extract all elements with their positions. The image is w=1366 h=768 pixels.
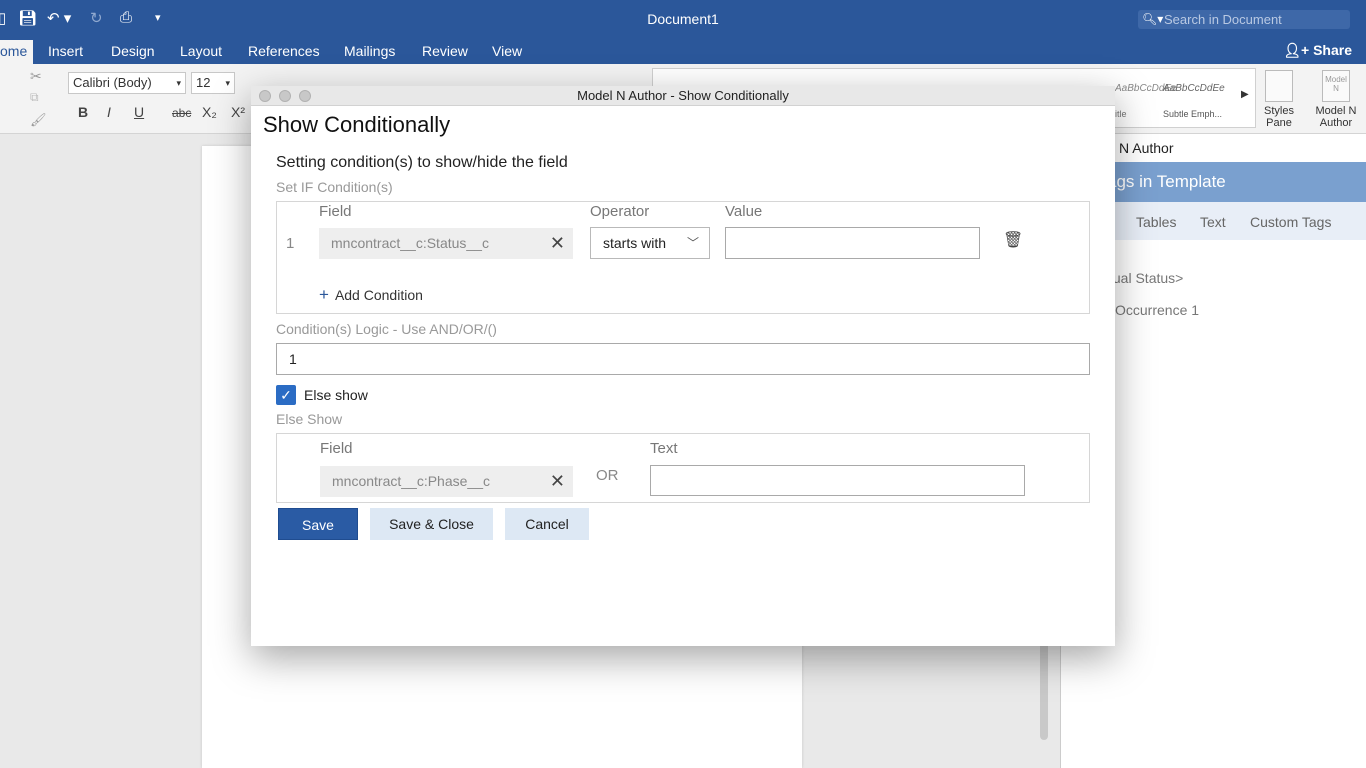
word-title-bar: ▯ 💾︎ ↶ ▾ ↻ ⎙ ▾ Document1 🔍︎▾ Search in D… [0,0,1366,38]
if-conditions-panel: Field Operator Value 1 mncontract__c:Sta… [276,201,1090,314]
operator-select[interactable]: starts with ﹀ [590,227,710,259]
tab-layout[interactable]: Layout [180,43,222,59]
style-name-subtle: Subtle Emph... [1163,109,1223,119]
share-button[interactable]: 👤︎+ Share [1283,42,1352,59]
font-name-select[interactable]: Calibri (Body) ▾ [68,72,186,94]
zoom-window-button[interactable] [299,90,311,102]
tab-references[interactable]: References [248,43,320,59]
else-field-column-label: Field [320,440,353,457]
operator-column-label: Operator [590,203,650,220]
tab-review[interactable]: Review [422,43,468,59]
cancel-button[interactable]: Cancel [505,508,589,540]
pane-title: N Author [1119,140,1174,156]
tab-mailings[interactable]: Mailings [344,43,395,59]
pane-item-status[interactable]: tual Status> [1109,270,1183,286]
style-name-title: itle [1115,109,1127,119]
else-text-input[interactable] [650,465,1025,496]
search-placeholder: Search in Document [1164,12,1282,27]
search-icon: 🔍︎▾ [1142,12,1164,26]
else-text-column-label: Text [650,440,678,457]
model-n-author-label: Model N Author [1315,105,1357,129]
else-show-checkbox[interactable]: ✓ [276,385,296,405]
document-scrollbar[interactable] [1040,640,1048,740]
tab-design[interactable]: Design [111,43,155,59]
tab-custom-tags[interactable]: Custom Tags [1250,214,1331,230]
pane-item-occurrence[interactable]: Occurrence 1 [1115,302,1199,318]
else-field-value: mncontract__c:Phase__c [332,473,490,489]
else-field-input[interactable]: mncontract__c:Phase__c ✕ [320,466,573,497]
tab-home[interactable]: ome [0,40,34,64]
tab-view[interactable]: View [492,43,522,59]
font-size-select[interactable]: 12 ▾ [191,72,235,94]
styles-pane-label: Styles Pane [1264,105,1294,129]
strikethrough-button[interactable]: abc [172,106,191,120]
gallery-scroll-icon[interactable]: ▶ [1241,89,1249,100]
italic-button[interactable]: I [107,104,111,120]
chevron-down-icon: ﹀ [686,236,699,250]
clear-else-field-icon[interactable]: ✕ [550,466,565,497]
model-n-logo-text: Model N [1325,75,1347,93]
add-person-icon: 👤︎+ [1283,42,1314,58]
dialog-heading: Show Conditionally [263,112,451,137]
save-button[interactable]: Save [278,508,358,540]
cut-icon[interactable]: ✂ [30,68,42,85]
condition-field-input[interactable]: mncontract__c:Status__c ✕ [319,228,573,259]
condition-value-input[interactable] [725,227,980,259]
styles-pane-button[interactable]: Styles Pane [1262,70,1296,129]
tab-text[interactable]: Text [1200,214,1226,230]
font-size-value: 12 [196,75,211,90]
bold-button[interactable]: B [78,104,88,120]
dialog-subheading: Setting condition(s) to show/hide the fi… [276,154,568,171]
checkmark-icon: ✓ [280,387,292,403]
model-n-author-button[interactable]: Model N Model N Author [1312,70,1360,129]
else-show-section-label: Else Show [276,411,343,427]
condition-field-value: mncontract__c:Status__c [331,235,489,251]
ribbon-tabs: ome Insert Design Layout References Mail… [0,38,1366,64]
plus-icon: + [319,285,329,304]
chevron-down-icon: ▾ [176,78,181,88]
condition-row-number: 1 [286,235,295,252]
else-show-panel: Field Text mncontract__c:Phase__c ✕ OR [276,433,1090,503]
model-n-logo-icon: Model N [1322,70,1350,102]
dialog-titlebar: Model N Author - Show Conditionally [251,86,1115,106]
styles-pane-icon [1265,70,1293,102]
chevron-down-icon: ▾ [225,78,230,88]
if-conditions-label: Set IF Condition(s) [276,179,393,195]
share-label: Share [1313,42,1352,58]
show-conditionally-dialog: Model N Author - Show Conditionally Show… [251,86,1115,646]
logic-label: Condition(s) Logic - Use AND/OR/() [276,321,497,337]
font-name-value: Calibri (Body) [73,75,152,90]
close-window-button[interactable] [259,90,271,102]
save-close-button[interactable]: Save & Close [370,508,493,540]
format-painter-icon[interactable]: 🖌︎ [30,112,47,128]
superscript-button[interactable]: X² [231,104,245,120]
delete-condition-icon[interactable]: 🗑︎ [1003,230,1023,250]
value-column-label: Value [725,203,763,220]
add-condition-label: Add Condition [334,287,423,303]
underline-button[interactable]: U [134,104,144,120]
tab-tables[interactable]: Tables [1136,214,1176,230]
clear-field-icon[interactable]: ✕ [550,228,565,259]
logic-input[interactable]: 1 [276,343,1090,375]
style-sample-subtle: AaBbCcDdEe [1163,83,1225,94]
tab-insert[interactable]: Insert [48,43,83,59]
search-input[interactable]: 🔍︎▾ Search in Document [1138,10,1350,29]
field-column-label: Field [319,203,352,220]
operator-value: starts with [603,235,667,251]
subscript-button[interactable]: X₂ [202,104,217,120]
or-label: OR [596,467,619,484]
else-show-checkbox-label: Else show [304,387,368,403]
minimize-window-button[interactable] [279,90,291,102]
copy-icon[interactable]: ⧉ [30,90,39,105]
dialog-window-title: Model N Author - Show Conditionally [577,88,789,103]
add-condition-button[interactable]: + Add Condition [319,285,423,305]
